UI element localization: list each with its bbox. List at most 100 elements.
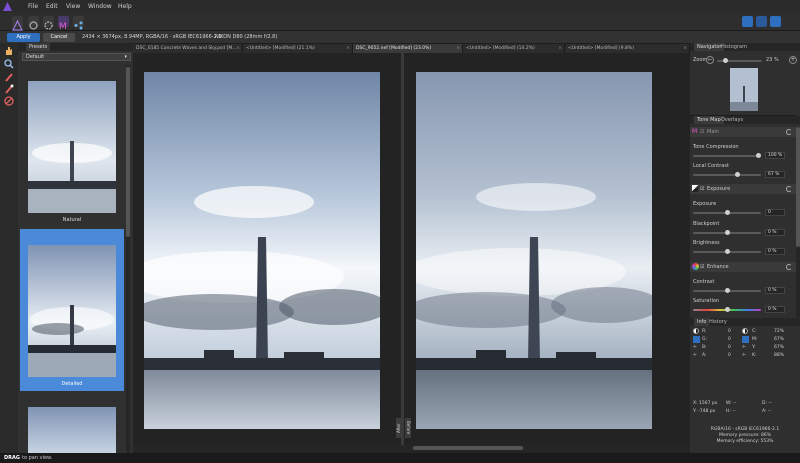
before-label: Before (405, 418, 411, 438)
enhance-section-header[interactable]: ☑ Enhance (690, 262, 796, 272)
cancel-button[interactable]: Cancel (43, 33, 75, 42)
rgb-key: G: (702, 337, 708, 342)
angle-value: A: -- (762, 409, 772, 414)
close-icon[interactable]: × (558, 44, 562, 53)
rgb-value: 0 (728, 345, 731, 350)
navigator-preview[interactable] (730, 68, 758, 111)
rgb-key: R: (702, 329, 707, 334)
checkbox-icon[interactable]: ☑ (700, 186, 704, 192)
crosshair-icon: ✛ (693, 353, 697, 358)
view-split-icon[interactable] (742, 16, 753, 27)
right-panel: Navigator Histogram Zoom: − 23 % + Tone … (690, 43, 800, 453)
develop-persona-icon[interactable] (43, 16, 54, 30)
tab-label: <Untitled> [Modified] (21.1%) (246, 46, 315, 51)
brush-tool-icon[interactable] (4, 72, 14, 82)
menu-edit[interactable]: Edit (46, 3, 58, 10)
liquify-persona-icon[interactable] (28, 16, 39, 30)
canvas-area[interactable]: After Before (133, 53, 690, 453)
exposure-section-header[interactable]: ☑ Exposure (690, 184, 796, 194)
document-tabs: DSC_0185 Concrete Waves and Sky.psd [M..… (133, 44, 690, 53)
exposure-value[interactable]: 0 (765, 209, 785, 216)
brightness-value[interactable]: 0 % (765, 248, 785, 255)
crosshair-icon: ✛ (742, 345, 746, 350)
local-contrast-value[interactable]: 67 % (765, 171, 785, 178)
zoom-in-button[interactable]: + (789, 56, 797, 64)
color-picker-icon[interactable] (693, 328, 699, 334)
pointer-icon[interactable] (742, 336, 749, 343)
contrast-value[interactable]: 0 % (765, 287, 785, 294)
tone-compression-value[interactable]: 100 % (765, 152, 785, 159)
blackpoint-value[interactable]: 0 % (765, 229, 785, 236)
contrast-slider[interactable] (693, 288, 761, 293)
preset-detailed[interactable]: Detailed (20, 229, 124, 391)
menu-window[interactable]: Window (88, 3, 112, 10)
preset-thumbnail-partial[interactable] (28, 407, 116, 453)
zoom-out-button[interactable]: − (706, 56, 714, 64)
x-coordinate: X: 1567 px (693, 401, 718, 406)
apply-button[interactable]: Apply (7, 33, 40, 42)
checkbox-icon[interactable]: ☑ (700, 264, 704, 270)
chevron-down-icon: ▾ (124, 54, 127, 60)
tone-compression-slider[interactable] (693, 153, 761, 158)
tab-histogram[interactable]: Histogram (718, 43, 750, 51)
reset-icon[interactable] (786, 129, 792, 135)
saturation-slider[interactable] (693, 307, 761, 312)
preset-natural[interactable]: Natural (20, 67, 124, 227)
reset-icon[interactable] (786, 186, 792, 192)
tab-document-2[interactable]: <Untitled> [Modified] (21.1%) × (243, 44, 353, 53)
close-icon[interactable]: × (456, 44, 460, 53)
tab-document-4[interactable]: <Untitled> [Modified] (14.2%) × (463, 44, 565, 53)
clear-mask-icon[interactable] (4, 96, 14, 106)
horizontal-scrollbar[interactable] (133, 445, 690, 451)
saturation-value[interactable]: 0 % (765, 306, 785, 313)
rgb-key: A: (702, 353, 707, 358)
blackpoint-slider[interactable] (693, 230, 761, 235)
exposure-slider[interactable] (693, 210, 761, 215)
local-contrast-label: Local Contrast (693, 163, 729, 169)
color-picker-icon[interactable] (742, 328, 748, 334)
tab-overlays[interactable]: Overlays (718, 116, 746, 124)
tone-mapping-persona-icon[interactable]: M (58, 16, 69, 32)
rgb-value: 0 (728, 353, 731, 358)
cmyk-value: 67% (774, 345, 785, 350)
local-contrast-slider[interactable] (693, 172, 761, 177)
tab-label: DSC_9052.nef [Modified] (23.0%) (356, 46, 432, 51)
split-divider[interactable] (401, 53, 404, 445)
tab-document-5[interactable]: <Untitled> [Modified] (9.8%) × (565, 44, 690, 53)
close-icon[interactable]: × (346, 44, 350, 53)
view-single-icon[interactable] (770, 16, 781, 27)
zoom-tool-icon[interactable] (4, 59, 14, 69)
menu-help[interactable]: Help (118, 3, 132, 10)
preset-category-dropdown[interactable]: Default ▾ (22, 53, 131, 61)
erase-brush-icon[interactable] (4, 84, 14, 94)
main-section-header[interactable]: M ☑ Main (690, 127, 796, 137)
brightness-slider[interactable] (693, 249, 761, 254)
cmyk-key: M: (752, 337, 758, 342)
tab-document-1[interactable]: DSC_0185 Concrete Waves and Sky.psd [M..… (133, 44, 243, 53)
presets-scrollbar[interactable] (126, 65, 130, 453)
tab-presets[interactable]: Presets (26, 43, 51, 51)
tab-history[interactable]: History (706, 318, 730, 326)
export-persona-icon[interactable] (73, 16, 84, 30)
tab-document-3[interactable]: DSC_9052.nef [Modified] (23.0%) × (353, 44, 463, 53)
view-mirror-icon[interactable] (756, 16, 767, 27)
tone-map-scrollbar[interactable] (796, 127, 800, 317)
menu-file[interactable]: File (28, 3, 38, 10)
distance-value: D: -- (762, 401, 772, 406)
memory-info: RGBA/16 - sRGB IEC61966-2.1 Memory press… (690, 427, 800, 445)
hand-tool-icon[interactable] (4, 46, 14, 56)
cmyk-value: 88% (774, 353, 785, 358)
pointer-icon[interactable] (693, 336, 700, 343)
after-image (144, 72, 380, 429)
cmyk-value: 72% (774, 329, 785, 334)
photo-persona-icon[interactable] (12, 16, 23, 31)
reset-icon[interactable] (786, 264, 792, 270)
menu-view[interactable]: View (66, 3, 80, 10)
close-icon[interactable]: × (236, 44, 240, 53)
context-toolbar: Apply Cancel 2434 × 3674px, 8.94MP, RGBA… (0, 31, 800, 43)
status-bar: DRAG to pan view. (0, 453, 800, 463)
close-icon[interactable]: × (683, 44, 687, 53)
checkbox-icon[interactable]: ☑ (700, 129, 704, 135)
zoom-slider[interactable] (717, 58, 762, 63)
dropdown-value: Default (26, 54, 45, 60)
